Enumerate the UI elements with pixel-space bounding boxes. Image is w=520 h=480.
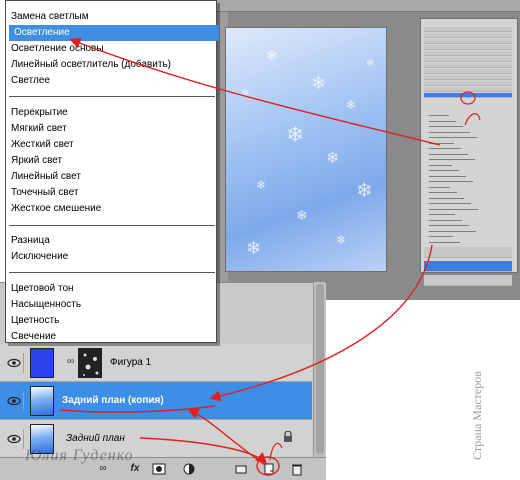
snowflake-icon: ❄ <box>286 123 305 148</box>
menu-item-screen[interactable]: Осветление <box>9 25 219 41</box>
menu-item-linear-dodge[interactable]: Линейный осветлитель (добавить) <box>6 57 216 73</box>
mini-menu-line <box>429 170 459 171</box>
mini-panel-row <box>424 27 512 32</box>
menu-item-color-dodge[interactable]: Осветление основы <box>6 41 216 57</box>
mini-layers-panel <box>420 18 518 286</box>
snowflake-icon: ❄ <box>311 73 327 94</box>
menu-item-luminosity[interactable]: Свечение <box>6 329 216 345</box>
vector-mask-thumbnail <box>78 348 102 378</box>
site-watermark: Страна Мастеров <box>470 371 484 460</box>
mini-panel-row <box>424 51 512 56</box>
mini-panel-row <box>424 45 512 50</box>
visibility-eye-icon[interactable] <box>4 391 24 411</box>
new-layer-icon[interactable] <box>262 462 276 476</box>
snowflake-icon: ❄ <box>246 238 262 259</box>
mini-layer-row <box>424 275 512 286</box>
mini-menu-line <box>429 208 478 210</box>
mini-menu-line <box>429 153 468 155</box>
snowflake-icon: ❄ <box>326 148 340 167</box>
layer-row-background-copy[interactable]: Задний план (копия) <box>0 382 312 420</box>
visibility-eye-icon[interactable] <box>4 429 24 449</box>
mini-menu-line <box>429 214 455 215</box>
menu-separator <box>9 272 215 273</box>
mini-panel-row <box>424 39 512 44</box>
link-icon: ∞ <box>67 356 75 367</box>
layer-thumbnail <box>30 348 54 378</box>
scrollbar-thumb[interactable] <box>316 284 324 454</box>
menu-item-pin-light[interactable]: Точечный свет <box>6 185 216 201</box>
blend-mode-menu: Замена светлым Осветление Осветление осн… <box>5 0 219 345</box>
menu-item-color[interactable]: Цветность <box>6 313 216 329</box>
mini-menu-line <box>429 192 457 193</box>
mini-panel-row <box>424 33 512 38</box>
menu-item-hard-mix[interactable]: Жесткое смешение <box>6 201 216 217</box>
mask-icon[interactable] <box>152 462 166 476</box>
trash-icon[interactable] <box>290 462 304 476</box>
menu-item-hue[interactable]: Цветовой тон <box>6 281 216 297</box>
snowflake-icon: ❄ <box>346 98 357 112</box>
snowflake-icon: ❄ <box>296 208 308 224</box>
workspace-topbar <box>210 0 520 12</box>
menu-item-lighten[interactable]: Светлее <box>6 73 216 89</box>
folder-icon[interactable] <box>234 462 248 476</box>
mini-menu-line <box>429 181 473 182</box>
snowflake-icon: ❄ <box>356 178 373 202</box>
mini-menu-line <box>429 236 453 237</box>
snowflake-icon: ❄ <box>336 233 347 247</box>
layer-name: Фигура 1 <box>110 357 152 368</box>
menu-item-soft-light[interactable]: Мягкий свет <box>6 121 216 137</box>
document-canvas: ❄ ❄ ❄ ❄ ❄ ❄ ❄ ❄ ❄ ❄ ❄ ❄ <box>225 27 387 272</box>
mini-menu-line <box>429 230 476 232</box>
mini-panel-row <box>424 63 512 68</box>
layer-row-figure[interactable]: ∞ Фигура 1 <box>0 344 312 382</box>
visibility-eye-icon[interactable] <box>4 353 24 373</box>
layer-thumbnail <box>30 386 54 416</box>
snowflake-icon: ❄ <box>366 58 375 69</box>
menu-item-exclusion[interactable]: Исключение <box>6 249 216 265</box>
mini-panel-row <box>424 93 512 98</box>
mini-panel-row <box>424 57 512 62</box>
lock-icon <box>283 430 293 442</box>
layer-name: Задний план (копия) <box>62 395 164 406</box>
menu-item-vivid-light[interactable]: Яркий свет <box>6 153 216 169</box>
mini-panel-row <box>424 87 512 92</box>
mini-panel-row <box>424 81 512 86</box>
mini-menu-line <box>429 137 477 138</box>
snowflake-icon: ❄ <box>256 178 267 192</box>
layers-scrollbar[interactable] <box>313 282 325 457</box>
mini-layer-row <box>424 247 512 258</box>
menu-separator <box>9 225 215 226</box>
menu-item-difference[interactable]: Разница <box>6 233 216 249</box>
mini-menu-line <box>429 164 452 166</box>
menu-item-hard-light[interactable]: Жесткий свет <box>6 137 216 153</box>
mini-panel-row <box>424 69 512 74</box>
mini-layer-row <box>424 261 512 272</box>
menu-item-linear-light[interactable]: Линейный свет <box>6 169 216 185</box>
mini-menu-line <box>429 219 462 221</box>
mini-menu-line <box>429 225 469 226</box>
mini-menu-line <box>429 197 464 199</box>
tutorial-screenshot: ❄ ❄ ❄ ❄ ❄ ❄ ❄ ❄ ❄ ❄ ❄ ❄ ∞ Фигура 1 Задний план (коп… <box>0 0 520 480</box>
author-watermark: Юлия Гуденко <box>25 447 134 464</box>
snowflake-icon: ❄ <box>266 48 278 64</box>
menu-separator <box>9 96 215 97</box>
menu-item-lighter-color[interactable]: Замена светлым <box>6 9 216 25</box>
mini-menu-line <box>429 120 456 122</box>
mini-menu-line <box>429 142 454 144</box>
menu-item-saturation[interactable]: Насыщенность <box>6 297 216 313</box>
mini-menu-line <box>429 148 461 149</box>
mini-menu-line <box>429 115 449 116</box>
mini-menu-line <box>429 203 471 204</box>
mini-menu-line <box>429 241 460 243</box>
layer-name: Задний план <box>66 433 125 444</box>
menu-item-overlay[interactable]: Перекрытие <box>6 105 216 121</box>
mini-panel-row <box>424 75 512 80</box>
mini-menu-line <box>429 126 463 127</box>
mini-menu-line <box>429 186 450 188</box>
mini-menu-line <box>429 175 466 177</box>
adjustment-icon[interactable] <box>182 462 196 476</box>
mini-menu-line <box>429 131 470 133</box>
snowflake-icon: ❄ <box>241 88 250 99</box>
mini-menu-line <box>429 159 475 160</box>
